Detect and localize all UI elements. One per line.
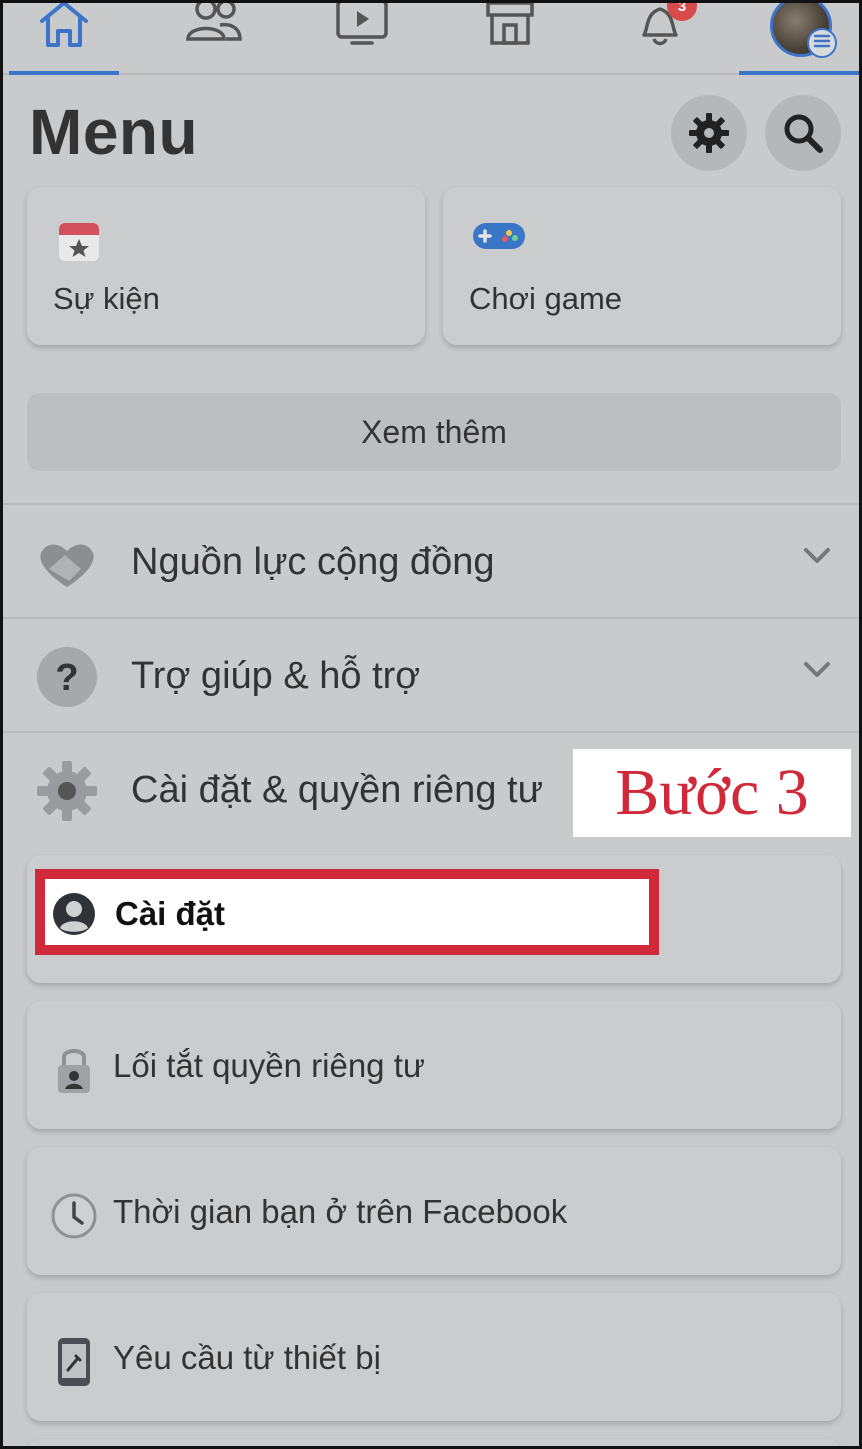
menu-icon bbox=[807, 28, 837, 58]
nav-marketplace[interactable] bbox=[455, 3, 565, 73]
home-icon bbox=[40, 3, 88, 47]
see-more-button[interactable]: Xem thêm bbox=[27, 393, 841, 471]
settings-item-privacy-shortcuts[interactable]: Lối tắt quyền riêng tư bbox=[27, 1001, 841, 1129]
calendar-star-icon bbox=[55, 217, 103, 270]
screen: 3 Menu Sự kiện Chơi game Xem thêm Nguồn … bbox=[0, 0, 862, 1449]
settings-button[interactable] bbox=[671, 95, 747, 171]
nav-home[interactable] bbox=[9, 3, 119, 75]
settings-item-label: Yêu cầu từ thiết bị bbox=[113, 1339, 381, 1376]
settings-item-label: Thời gian bạn ở trên Facebook bbox=[113, 1193, 568, 1230]
shortcut-label: Sự kiện bbox=[53, 281, 160, 316]
search-icon bbox=[784, 114, 823, 153]
nav-watch[interactable] bbox=[307, 3, 417, 73]
settings-item-time-on-facebook[interactable]: Thời gian bạn ở trên Facebook bbox=[27, 1147, 841, 1275]
top-navigation: 3 bbox=[3, 3, 859, 75]
page-title: Menu bbox=[29, 96, 199, 168]
gear-icon bbox=[689, 113, 729, 153]
chevron-down-icon bbox=[804, 548, 830, 563]
marketplace-icon bbox=[486, 3, 534, 45]
settings-item-label: Cài đặt bbox=[115, 895, 226, 932]
person-circle-icon bbox=[51, 891, 97, 937]
clock-icon bbox=[49, 1191, 99, 1241]
svg-text:?: ? bbox=[55, 657, 78, 699]
highlighted-settings-item[interactable]: Cài đặt bbox=[35, 869, 659, 955]
question-icon: ? bbox=[35, 645, 99, 709]
settings-item-device-requests[interactable]: Yêu cầu từ thiết bị bbox=[27, 1293, 841, 1421]
nav-menu[interactable] bbox=[739, 3, 859, 75]
settings-item-partial[interactable] bbox=[27, 1439, 841, 1446]
phone-icon bbox=[49, 1337, 99, 1387]
watch-icon bbox=[336, 3, 388, 45]
section-label: Cài đặt & quyền riêng tư bbox=[131, 769, 544, 811]
profile-avatar bbox=[770, 3, 837, 58]
step-annotation: Bước 3 bbox=[573, 749, 851, 837]
chevron-down-icon bbox=[804, 662, 830, 677]
friends-icon bbox=[186, 3, 242, 41]
shortcut-events[interactable]: Sự kiện bbox=[27, 187, 425, 345]
handshake-icon bbox=[35, 531, 99, 595]
divider bbox=[3, 503, 859, 505]
section-community-resources[interactable]: Nguồn lực cộng đồng bbox=[3, 507, 859, 619]
shortcut-label: Chơi game bbox=[469, 281, 623, 316]
search-button[interactable] bbox=[765, 95, 841, 171]
shortcut-gaming[interactable]: Chơi game bbox=[443, 187, 841, 345]
section-label: Trợ giúp & hỗ trợ bbox=[131, 655, 421, 697]
lock-icon bbox=[49, 1045, 99, 1095]
gear-icon bbox=[35, 759, 99, 823]
section-label: Nguồn lực cộng đồng bbox=[131, 541, 495, 583]
divider bbox=[3, 617, 859, 619]
divider bbox=[3, 731, 859, 733]
gamepad-icon bbox=[471, 217, 527, 258]
settings-item-label: Lối tắt quyền riêng tư bbox=[113, 1047, 425, 1084]
nav-friends[interactable] bbox=[159, 3, 269, 73]
nav-notifications[interactable]: 3 bbox=[605, 3, 715, 73]
section-help-support[interactable]: ? Trợ giúp & hỗ trợ bbox=[3, 621, 859, 733]
